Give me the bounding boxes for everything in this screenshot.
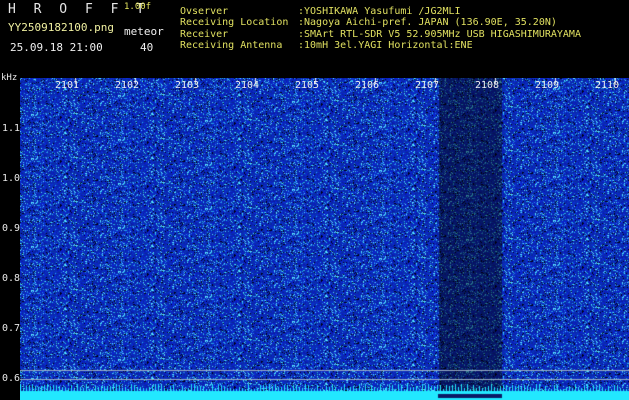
- y-tick-label: 1.0: [2, 173, 21, 184]
- spectrogram-canvas: [20, 78, 629, 400]
- y-tick-label: 0.9: [2, 223, 21, 234]
- y-tick-label: 0.7: [2, 323, 21, 334]
- info-key-location: Receiving Location: [180, 17, 289, 28]
- version-label: 1.00f: [124, 2, 152, 12]
- info-value-observer: :YOSHIKAWA Yasufumi /JG2MLI: [298, 6, 461, 17]
- y-axis-unit: kHz: [1, 73, 18, 83]
- y-tick-label: 1.1: [2, 123, 21, 134]
- x-tick-label: 2107: [415, 80, 440, 91]
- filename-label: YY2509182100.png: [8, 21, 114, 34]
- info-value-location: :Nagoya Aichi-pref. JAPAN (136.90E, 35.2…: [298, 17, 557, 28]
- x-tick-label: 2109: [535, 80, 560, 91]
- x-tick-label: 2105: [295, 80, 320, 91]
- x-tick-label: 2108: [475, 80, 500, 91]
- y-tick-label: 0.8: [2, 273, 21, 284]
- x-tick-label: 2102: [115, 80, 140, 91]
- x-tick-label: 2106: [355, 80, 380, 91]
- info-value-receiver: :SMArt RTL-SDR V5 52.905MHz USB HIGASHIM…: [298, 29, 581, 40]
- x-tick-label: 2104: [235, 80, 260, 91]
- meteor-label: meteor: [124, 25, 164, 38]
- x-tick-label: 2101: [55, 80, 80, 91]
- info-key-observer: Ovserver: [180, 6, 229, 17]
- spectrogram-plot: [20, 78, 629, 400]
- info-value-antenna: :10mH 3el.YAGI Horizontal:ENE: [298, 40, 473, 51]
- x-tick-label: 2110: [595, 80, 620, 91]
- info-key-receiver: Receiver: [180, 29, 229, 40]
- datetime-label: 25.09.18 21:00: [10, 41, 103, 54]
- meteor-count: 40: [140, 41, 154, 54]
- x-tick-label: 2103: [175, 80, 200, 91]
- info-key-antenna: Receiving Antenna: [180, 40, 283, 51]
- y-tick-label: 0.6: [2, 373, 21, 384]
- hroft-spectrogram-window: H R O F F T 1.00f YY2509182100.png 25.09…: [0, 0, 629, 400]
